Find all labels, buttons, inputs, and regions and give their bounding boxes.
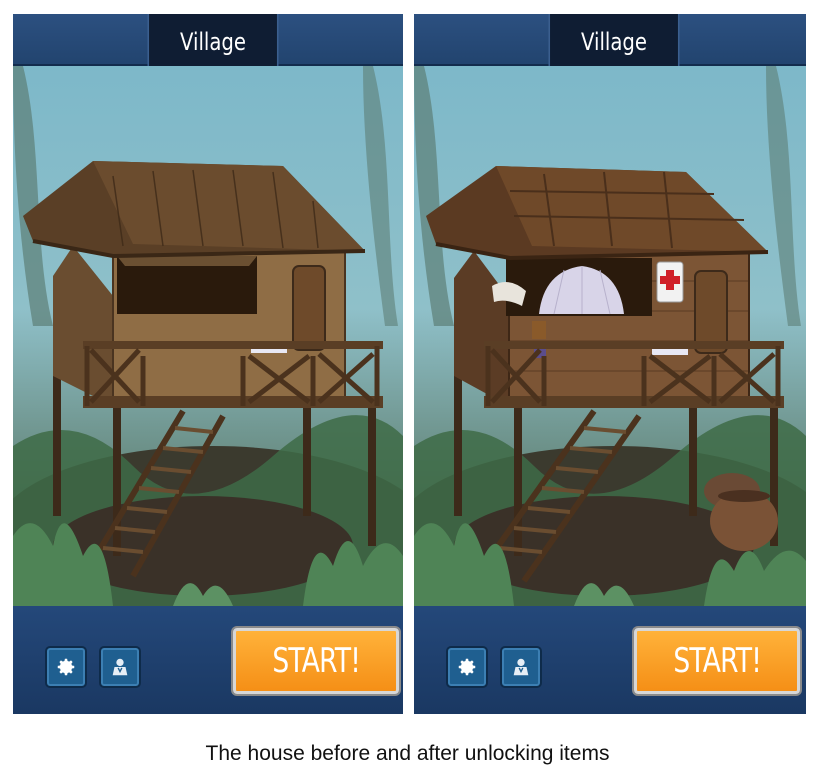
settings-button[interactable] <box>446 646 488 688</box>
start-button-label: START! <box>272 641 361 681</box>
game-screen-after: Village START! <box>414 14 806 714</box>
profile-button[interactable] <box>500 646 542 688</box>
avatar-icon <box>112 658 128 676</box>
village-scene <box>13 66 403 606</box>
hut-illustration-after <box>414 66 806 606</box>
profile-button[interactable] <box>99 646 141 688</box>
bottom-bar: START! <box>13 606 403 714</box>
start-button[interactable]: START! <box>634 628 800 694</box>
gear-icon <box>458 658 476 676</box>
settings-button[interactable] <box>45 646 87 688</box>
hut-illustration-before <box>13 66 403 606</box>
village-scene <box>414 66 806 606</box>
bottom-bar: START! <box>414 606 806 714</box>
start-button-label: START! <box>673 641 762 681</box>
screen-title: Village <box>147 14 279 72</box>
gear-icon <box>57 658 75 676</box>
game-screen-before: Village START! <box>13 14 403 714</box>
start-button[interactable]: START! <box>233 628 399 694</box>
avatar-icon <box>513 658 529 676</box>
top-bar: Village <box>414 14 806 72</box>
top-bar: Village <box>13 14 403 72</box>
screen-title: Village <box>548 14 680 72</box>
figure-caption: The house before and after unlocking ite… <box>205 742 610 765</box>
